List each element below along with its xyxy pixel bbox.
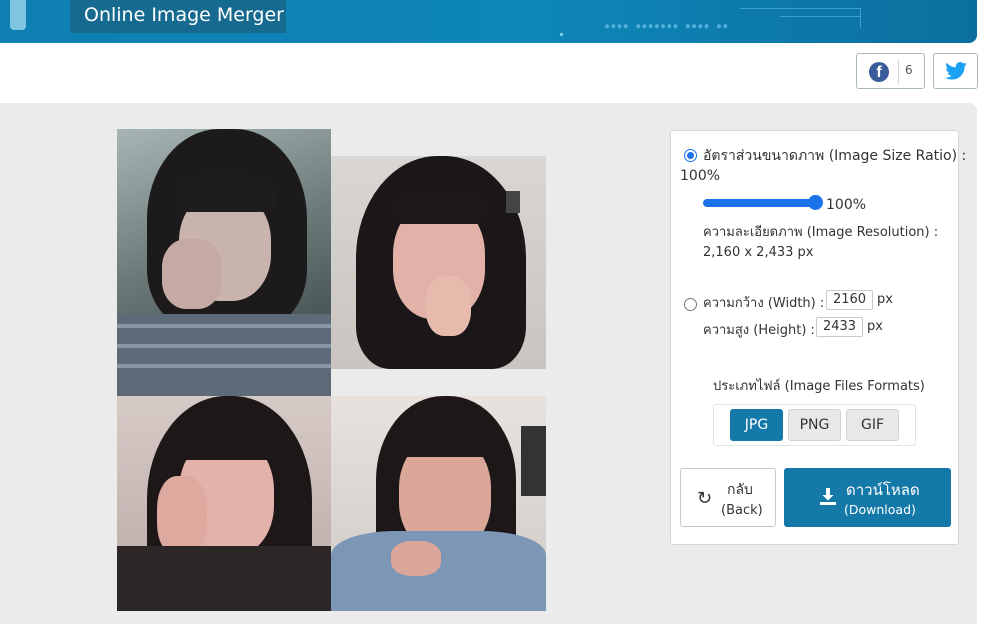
- back-label: กลับ: [727, 482, 753, 498]
- banner-decoration: [860, 8, 861, 28]
- custom-size-radio[interactable]: [684, 298, 697, 311]
- facebook-icon: f: [869, 62, 889, 82]
- download-icon: [820, 488, 836, 505]
- download-button[interactable]: ดาวน์โหลด (Download): [784, 468, 951, 527]
- width-label: ความกว้าง (Width) :: [703, 296, 825, 311]
- size-ratio-radio[interactable]: [684, 149, 697, 162]
- width-unit: px: [877, 292, 893, 307]
- share-count: 6: [905, 63, 913, 77]
- banner-tab: [10, 0, 26, 30]
- back-button[interactable]: ↻ กลับ (Back): [680, 468, 776, 527]
- size-ratio-label: อัตราส่วนขนาดภาพ (Image Size Ratio) :: [703, 148, 967, 164]
- banner-decoration: [780, 16, 860, 17]
- format-jpg-button[interactable]: JPG: [730, 409, 783, 441]
- merged-image-preview: [117, 129, 546, 611]
- format-gif-button[interactable]: GIF: [846, 409, 899, 441]
- twitter-share-button[interactable]: [933, 53, 978, 89]
- download-label: ดาวน์โหลด: [846, 481, 920, 499]
- download-sublabel: (Download): [844, 502, 916, 517]
- refresh-icon: ↻: [697, 488, 713, 509]
- slider-value: 100%: [826, 197, 867, 213]
- facebook-share-button[interactable]: f 6: [856, 53, 925, 89]
- height-label: ความสูง (Height) :: [703, 323, 815, 338]
- divider: [898, 60, 899, 84]
- height-unit: px: [867, 319, 883, 334]
- resolution-value: 2,160 x 2,433 px: [703, 245, 814, 260]
- back-sublabel: (Back): [721, 503, 763, 518]
- slider-thumb[interactable]: [808, 195, 823, 210]
- height-input[interactable]: 2433: [816, 317, 863, 337]
- resolution-label: ความละเอียดภาพ (Image Resolution) :: [703, 225, 939, 240]
- size-ratio-value: 100%: [680, 168, 721, 184]
- page-title: Online Image Merger: [70, 0, 286, 33]
- photo-2: [331, 156, 546, 369]
- twitter-icon: [945, 62, 967, 80]
- header-banner: Online Image Merger ●●●● ●●●●●●● ●●●● ●●: [0, 0, 977, 43]
- format-png-button[interactable]: PNG: [788, 409, 841, 441]
- width-input[interactable]: 2160: [826, 290, 873, 310]
- banner-decoration: [560, 33, 563, 36]
- photo-1: [117, 129, 331, 396]
- banner-decoration: ●●●● ●●●●●●● ●●●● ●●: [605, 22, 730, 30]
- banner-decoration: [740, 8, 860, 9]
- formats-label: ประเภทไฟล์ (Image Files Formats): [713, 379, 925, 394]
- size-ratio-slider[interactable]: [703, 195, 823, 210]
- photo-3: [117, 396, 331, 611]
- photo-4: [331, 396, 546, 611]
